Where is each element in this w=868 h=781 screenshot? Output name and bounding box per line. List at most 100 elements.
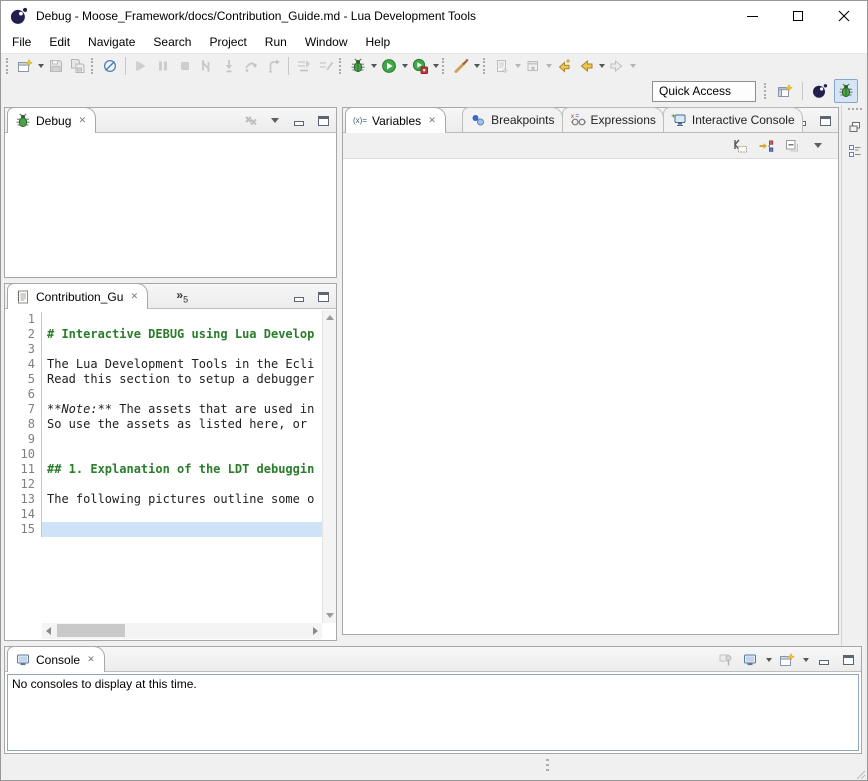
window-resize-grip[interactable] [852,766,866,780]
maximize-window-button[interactable] [775,1,821,31]
editor-line[interactable]: 12 [5,477,322,492]
toolbar-grip[interactable] [442,58,448,74]
scrollbar-thumb[interactable] [57,624,125,637]
close-icon[interactable] [426,115,438,127]
tab-contribution-guide[interactable]: Contribution_Gu [7,283,148,309]
back-dropdown[interactable] [597,55,606,77]
tab-interactive-console[interactable]: Interactive Console [663,107,803,132]
menu-search[interactable]: Search [144,32,200,52]
editor-vertical-scrollbar[interactable] [322,310,336,623]
external-tools-dropdown[interactable] [472,55,481,77]
close-icon[interactable] [76,115,88,127]
save-button[interactable] [45,55,67,77]
tab-console[interactable]: Console [7,646,105,672]
last-edit-location-button[interactable] [553,55,575,77]
editor-line[interactable]: 3 [5,342,322,357]
step-into-button[interactable] [218,55,240,77]
tab-variables[interactable]: (x)= Variables [345,107,446,133]
editor-line[interactable]: 2# Interactive DEBUG using Lua Develop [5,327,322,342]
menu-file[interactable]: File [3,32,40,52]
outline-view-button[interactable] [845,141,865,161]
editor-minimize-button[interactable] [289,287,309,307]
editor-horizontal-scrollbar[interactable] [42,623,322,639]
close-icon[interactable] [128,291,140,303]
resume-button[interactable] [130,55,152,77]
run-coverage-button[interactable] [409,55,431,77]
forward-dropdown[interactable] [628,55,637,77]
display-selected-console-dropdown[interactable] [764,649,773,671]
menu-project[interactable]: Project [200,32,255,52]
close-icon[interactable] [85,654,97,666]
run-dropdown[interactable] [400,55,409,77]
skip-all-breakpoints-button[interactable] [99,55,121,77]
toolbar-grip[interactable] [764,83,770,99]
editor-line-selected[interactable]: 15 [5,522,322,537]
debug-dropdown[interactable] [369,55,378,77]
toolbar-grip[interactable] [91,58,97,74]
debug-view-minimize-button[interactable] [289,111,309,131]
editor-line[interactable]: 1 [5,312,322,327]
minimize-window-button[interactable] [729,1,775,31]
scroll-right-icon[interactable] [313,627,318,635]
menu-help[interactable]: Help [357,32,400,52]
menu-run[interactable]: Run [256,32,296,52]
variables-maximize-button[interactable] [815,111,835,131]
toolbar-grip[interactable] [339,58,345,74]
open-console-dropdown[interactable] [801,649,810,671]
toolbar-grip[interactable] [483,58,489,74]
editor-line[interactable]: 11## 1. Explanation of the LDT debuggin [5,462,322,477]
variables-view-menu-button[interactable] [808,136,828,156]
editor-line[interactable]: 5Read this section to setup a debugger [5,372,322,387]
new-wizard-dropdown[interactable] [36,55,45,77]
console-maximize-button[interactable] [838,650,858,670]
remove-all-terminated-button[interactable] [241,111,261,131]
open-wizard-dropdown[interactable] [544,55,553,77]
editor-line[interactable]: 4The Lua Development Tools in the Ecli [5,357,322,372]
new-file-wizard-dropdown[interactable] [513,55,522,77]
open-perspective-button[interactable] [773,79,797,103]
terminate-button[interactable] [174,55,196,77]
menu-window[interactable]: Window [296,32,357,52]
quick-access-button[interactable]: Quick Access [652,81,756,102]
tab-expressions[interactable]: x= Expressions [562,107,664,132]
tab-debug[interactable]: Debug [7,107,96,133]
debug-view-maximize-button[interactable] [313,111,333,131]
menu-navigate[interactable]: Navigate [79,32,144,52]
open-wizard-button[interactable] [522,55,544,77]
collapse-all-button[interactable] [782,136,802,156]
step-filters-edit-button[interactable] [315,55,337,77]
lua-perspective-button[interactable] [808,79,832,103]
disconnect-button[interactable] [196,55,218,77]
editor-line[interactable]: 10 [5,447,322,462]
close-window-button[interactable] [821,1,867,31]
editor-line[interactable]: 8So use the assets as listed here, or [5,417,322,432]
scroll-left-icon[interactable] [46,627,51,635]
save-all-button[interactable] [67,55,89,77]
status-bar-grip[interactable] [546,759,549,774]
back-button[interactable] [575,55,597,77]
debug-view-content[interactable] [5,134,336,277]
tab-breakpoints[interactable]: Breakpoints [462,107,562,132]
run-button[interactable] [378,55,400,77]
toolbar-grip[interactable] [6,58,12,74]
display-selected-console-button[interactable] [740,650,760,670]
editor-line[interactable]: 13The following pictures outline some o [5,492,322,507]
new-wizard-button[interactable] [14,55,36,77]
scroll-up-icon[interactable] [326,315,334,320]
debug-view-menu-button[interactable] [265,111,285,131]
step-return-button[interactable] [262,55,284,77]
suspend-button[interactable] [152,55,174,77]
editor-line[interactable]: 7**Note:** The assets that are used in [5,402,322,417]
restore-views-button[interactable] [845,117,865,137]
debug-perspective-button[interactable] [834,79,858,103]
run-coverage-dropdown[interactable] [431,55,440,77]
debug-button[interactable] [347,55,369,77]
editor-list-chevron[interactable]: »5 [176,288,188,304]
editor-line[interactable]: 14 [5,507,322,522]
forward-button[interactable] [606,55,628,77]
show-type-names-button[interactable] [730,136,750,156]
variables-content[interactable] [343,160,838,634]
menu-edit[interactable]: Edit [40,32,79,52]
strip-grip[interactable] [848,108,862,111]
editor-line[interactable]: 9 [5,432,322,447]
